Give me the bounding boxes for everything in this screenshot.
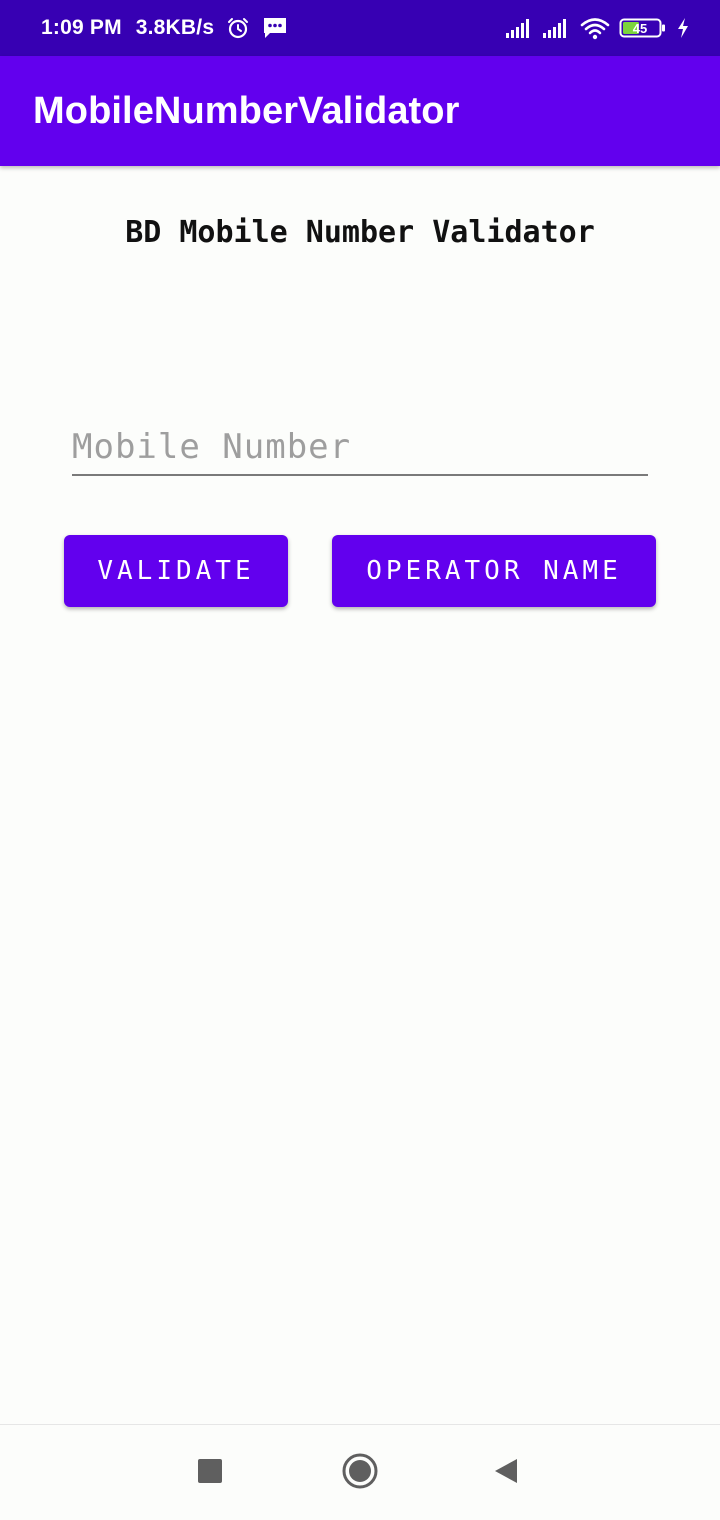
status-right: 45 — [506, 0, 690, 56]
signal-icon — [543, 17, 571, 39]
app-title: MobileNumberValidator — [33, 90, 460, 132]
battery-icon: 45 — [619, 16, 667, 40]
mobile-number-input[interactable] — [72, 420, 648, 474]
charging-icon — [676, 17, 690, 39]
app-screen: 1:09 PM 3.8KB/s 45 MobileNumberValidator… — [0, 0, 720, 1520]
navigation-bar — [0, 1424, 720, 1520]
home-button[interactable] — [320, 1425, 400, 1520]
home-icon — [341, 1452, 379, 1494]
wifi-icon — [580, 16, 610, 40]
page-heading: BD Mobile Number Validator — [125, 215, 595, 250]
recents-button[interactable] — [170, 1425, 250, 1520]
recents-icon — [197, 1458, 223, 1488]
battery-level: 45 — [633, 21, 647, 36]
status-left: 1:09 PM 3.8KB/s — [41, 0, 288, 56]
message-icon — [262, 16, 288, 40]
validate-button[interactable]: VALIDATE — [64, 535, 288, 607]
operator-name-button[interactable]: OPERATOR NAME — [332, 535, 656, 607]
back-button[interactable] — [466, 1425, 546, 1520]
signal-icon — [506, 17, 534, 39]
status-time: 1:09 PM — [41, 16, 122, 39]
status-bar: 1:09 PM 3.8KB/s 45 — [0, 0, 720, 56]
network-speed: 3.8KB/s — [135, 16, 215, 39]
back-icon — [493, 1457, 519, 1489]
alarm-icon — [226, 16, 250, 40]
app-bar: MobileNumberValidator — [0, 56, 720, 166]
mobile-number-field — [72, 420, 648, 476]
